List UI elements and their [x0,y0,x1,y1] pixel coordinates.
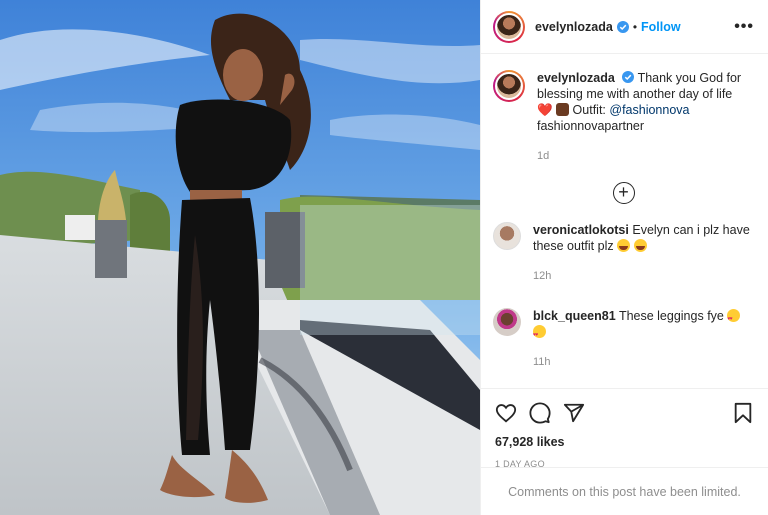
caption-row: evelynlozada Thank you God for blessing … [493,70,754,164]
add-comments-icon[interactable]: + [612,182,635,204]
post-actions: 67,928 likes 1 DAY AGO [481,388,768,469]
likes-count[interactable]: 67,928 likes [495,435,754,449]
like-icon[interactable] [495,402,517,424]
commenter-avatar[interactable] [493,222,521,250]
caption-avatar[interactable] [493,70,525,102]
comment-body: blck_queen81 These leggings fye 11h [533,308,754,370]
save-icon[interactable] [732,402,754,424]
crying-emoji-icon [617,239,631,252]
header-separator: • [632,19,638,34]
post-sidebar: evelynlozada • Follow ••• evelynlozada T… [480,0,768,515]
comment-text: These leggings fye [618,309,724,323]
verified-icon [622,71,635,83]
comment-time[interactable]: 12h [533,268,754,284]
more-options-icon[interactable]: ••• [734,18,754,36]
action-icons [495,401,754,425]
caption-body: evelynlozada Thank you God for blessing … [537,70,754,164]
commenter-avatar[interactable] [493,308,521,336]
post-photo[interactable] [0,0,480,515]
author-username[interactable]: evelynlozada [535,20,613,34]
share-icon[interactable] [563,402,585,424]
caption-time[interactable]: 1d [537,148,754,164]
comments-limited-notice: Comments on this post have been limited. [481,467,768,515]
comment-username[interactable]: veronicatlokotsi [533,223,629,237]
comment-row: veronicatlokotsi Evelyn can i plz have t… [493,222,754,284]
author-avatar[interactable] [493,10,525,43]
caption-hashtag: fashionnovapartner [537,119,645,133]
comments-section: evelynlozada Thank you God for blessing … [481,54,768,388]
crying-emoji-icon [633,239,647,252]
caption-outfit: Outfit: [572,103,606,117]
instagram-post: evelynlozada • Follow ••• evelynlozada T… [0,0,768,515]
follow-button[interactable]: Follow [641,20,681,34]
heart-eyes-emoji-icon [533,325,546,343]
verified-icon [616,20,629,33]
comment-body: veronicatlokotsi Evelyn can i plz have t… [533,222,754,284]
comment-row: blck_queen81 These leggings fye 11h [493,308,754,370]
heart-eyes-emoji-icon [727,309,741,327]
load-more-comments: + [493,182,754,204]
comment-icon[interactable] [529,402,551,424]
comment-username[interactable]: blck_queen81 [533,309,616,323]
caption-mention[interactable]: @fashionnova [609,103,689,117]
comment-time[interactable]: 11h [533,354,754,370]
caption-username[interactable]: evelynlozada [537,71,615,85]
heart-emoji: ❤️ [537,103,553,117]
post-header: evelynlozada • Follow ••• [481,0,768,54]
post-image [0,0,480,515]
praying-emoji-icon [556,103,570,116]
